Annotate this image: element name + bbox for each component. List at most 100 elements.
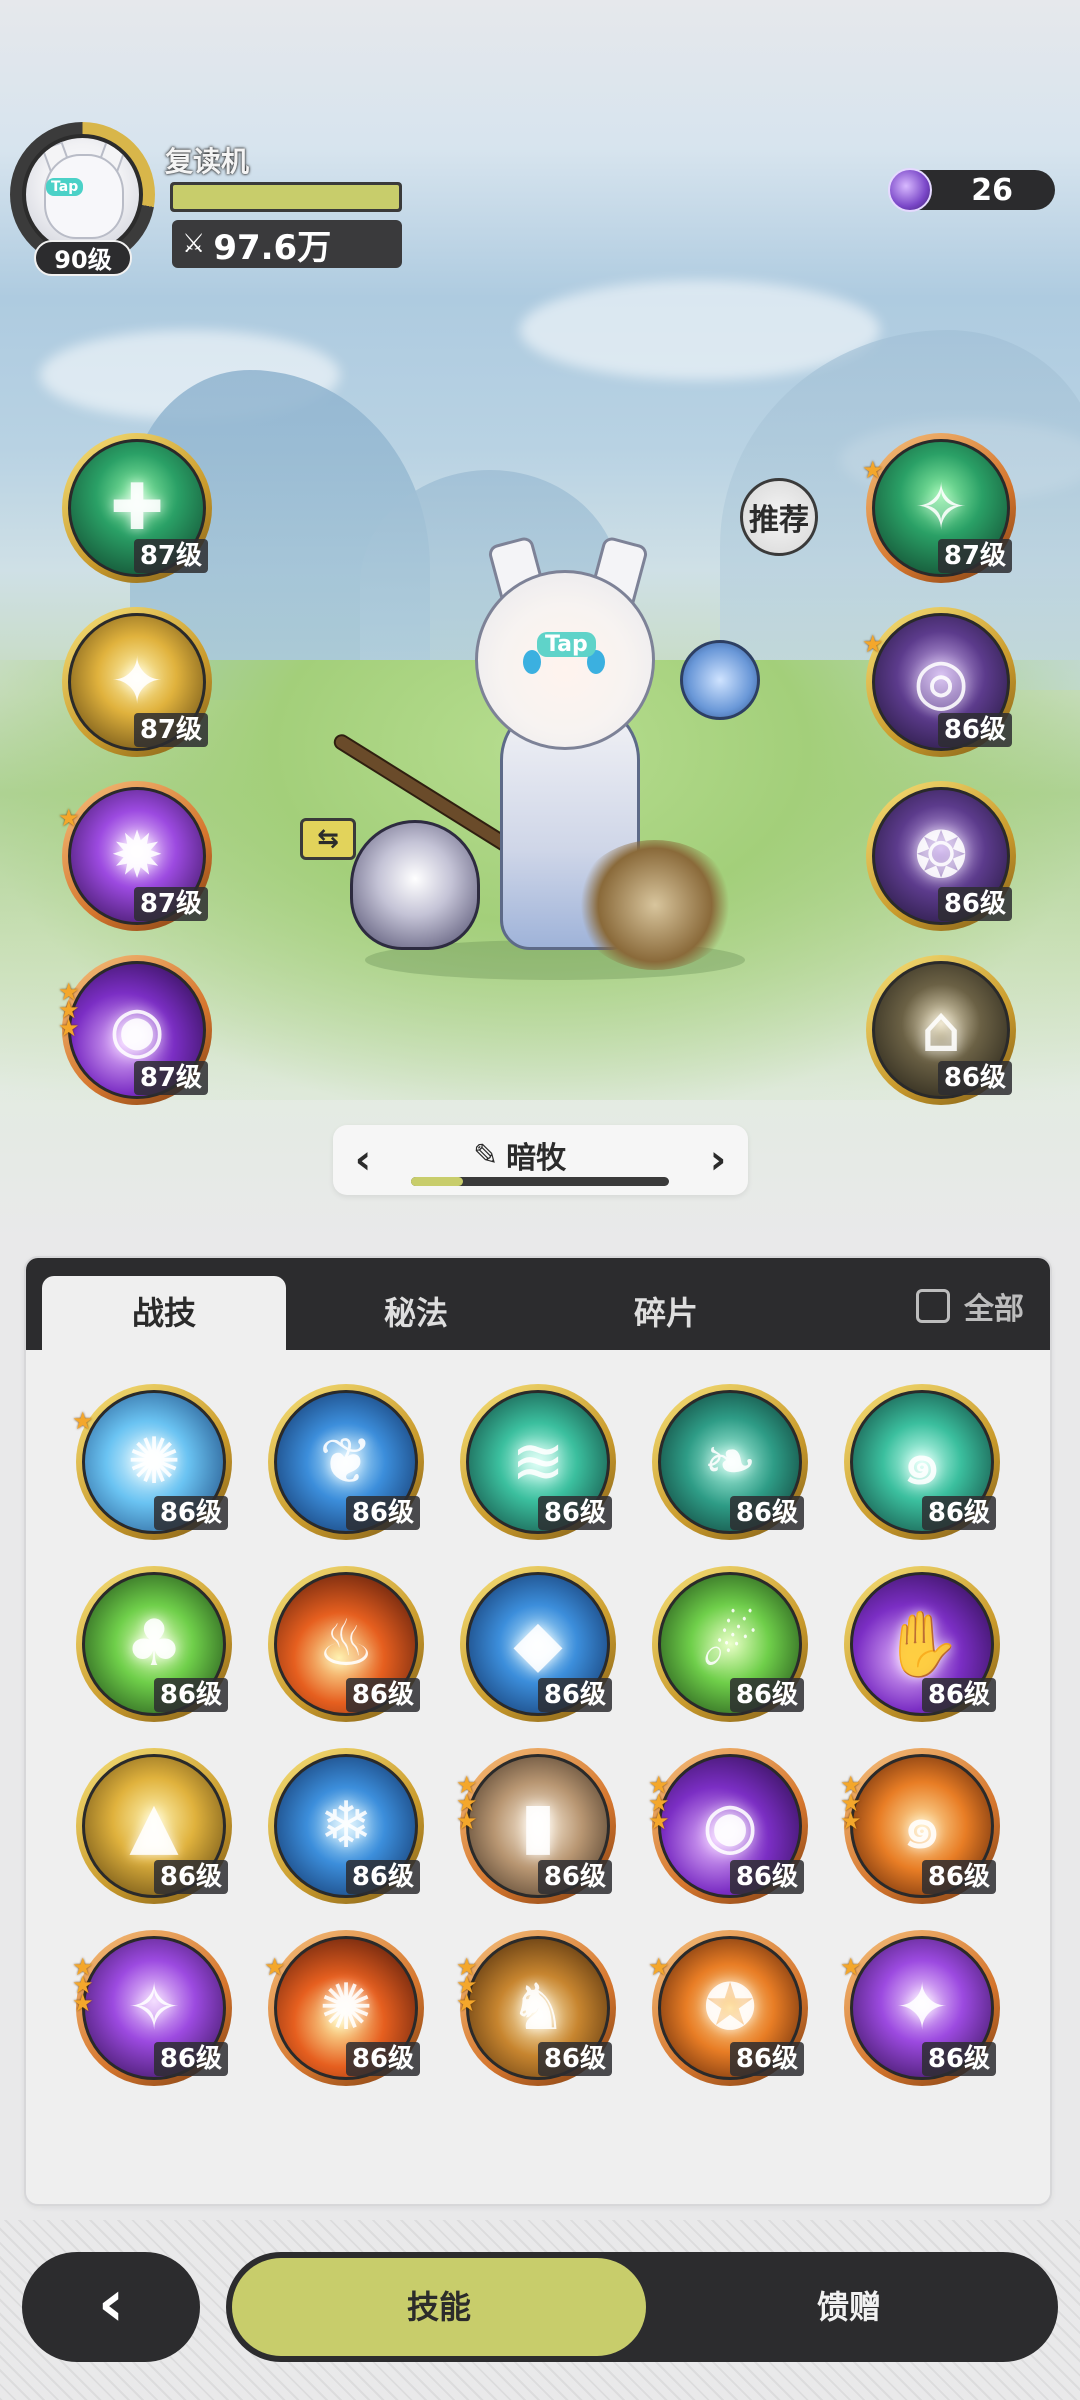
checkbox-icon [916,1289,950,1323]
skill-orb[interactable]: ♣ 86级 [76,1566,232,1722]
skill-stars: ★ [862,458,884,482]
skill-orb[interactable]: ๑ ★ ★ ★ 86级 [840,1748,1000,1904]
blue-flower-icon [680,640,760,720]
recommend-button[interactable]: 推荐 [740,478,818,556]
skill-level: 86级 [153,2042,228,2076]
skill-grid: ✺ ★ 86级 ❦ 86级 ≋ 86级 ❧ 86级๑ 86级 ♣ 86级 ♨ 86级 ◆ 86级 ☄ 86级 ✋ 86… [26,1350,1050,2204]
skill-orb[interactable]: ✋ 86级 [844,1566,1000,1722]
skill-level: 86级 [729,1678,804,1712]
skill-stars: ★ [862,630,884,658]
skill-orb[interactable]: ⌂ 86级 [866,955,1016,1105]
skill-orb[interactable]: ✪ ★ 86级 [648,1930,808,2086]
skill-stars: ★ ★ ★ [840,1773,862,1835]
skill-orb[interactable]: ๑ 86级 [844,1384,1000,1540]
class-name[interactable]: ✎ 暗牧 [473,1133,566,1177]
skill-orb[interactable]: ◎ ★ 86级 [862,607,1016,757]
currency-counter[interactable]: 26 [888,168,1055,212]
skill-level: 86级 [729,2042,804,2076]
character-tag: Tap [537,632,596,657]
star-icon: ★ [840,1807,862,1835]
skill-orb[interactable]: ✧ ★ ★ ★ 86级 [72,1930,232,2086]
skill-level: 87级 [133,713,208,747]
chevron-left-icon[interactable]: ‹ [343,1135,383,1185]
skill-orb[interactable]: ◉ ★ ★ ★ 86级 [648,1748,808,1904]
skill-level: 86级 [153,1678,228,1712]
skill-level: 86级 [937,713,1012,747]
tab-combat-skills[interactable]: 战技 [42,1276,286,1350]
skill-level: 87级 [937,539,1012,573]
skill-stars: ★ ★ ★ [648,1773,670,1835]
experience-bar-fill [173,185,399,209]
vine-creature [575,840,735,970]
tab-fragments[interactable]: 碎片 [544,1276,788,1350]
skill-level: 86级 [921,1860,996,1894]
combat-power-value: 97.6万 [213,227,332,268]
class-progress-bar [411,1177,669,1186]
skill-orb[interactable]: ✹ ★ 87级 [58,781,212,931]
skill-orb[interactable]: ◉ ★ ★ ★ 87级 [58,955,212,1105]
skill-orb[interactable]: ❄ 86级 [268,1748,424,1904]
skill-stars: ★ [840,1953,862,1981]
skill-stars: ★ ★ ★ [58,980,80,1040]
nav-skills-button[interactable]: 技能 [232,2258,646,2356]
show-all-toggle[interactable]: 全部 [916,1284,1024,1328]
skill-level: 86级 [345,2042,420,2076]
skill-orb[interactable]: ❧ 86级 [652,1384,808,1540]
skill-stars: ★ ★ ★ [456,1773,478,1835]
skill-stars: ★ [648,1953,670,1981]
skill-orb[interactable]: ✚ 87级 [62,433,212,583]
skill-orb[interactable]: ✧ ★ 87级 [862,433,1016,583]
character-eye [523,650,541,674]
player-avatar[interactable]: Tap [22,134,143,255]
skill-orb[interactable]: ✦ ★ 86级 [840,1930,1000,2086]
skill-orb[interactable]: ≋ 86级 [460,1384,616,1540]
star-icon: ★ [648,1953,670,1981]
skill-orb[interactable]: ✺ ★ 86级 [264,1930,424,2086]
skill-orb[interactable]: ▲ 86级 [76,1748,232,1904]
skill-panel: 战技 秘法 碎片 全部 ✺ ★ 86级 ❦ 86级 ≋ 86级 ❧ 86级๑ 86级 ♣ 86级 ♨ 86… [24,1256,1052,2206]
back-button[interactable]: ‹ [22,2252,200,2362]
skill-level: 86级 [345,1678,420,1712]
skill-level: 86级 [345,1860,420,1894]
star-icon: ★ [862,630,884,658]
skill-orb[interactable]: ✺ ★ 86级 [72,1384,232,1540]
skill-orb[interactable]: ♨ 86级 [268,1566,424,1722]
pet-companion[interactable] [350,820,480,950]
skill-level: 86级 [537,1496,612,1530]
star-icon: ★ [840,1953,862,1981]
skill-stars: ★ [58,804,80,832]
currency-value: 26 [971,173,1013,208]
skill-level: 86级 [729,1496,804,1530]
tab-arcana[interactable]: 秘法 [294,1276,538,1350]
skill-tabs: 战技 秘法 碎片 全部 [26,1258,1050,1350]
skill-orb[interactable]: ✦ 87级 [62,607,212,757]
chevron-left-icon: ‹ [97,2267,125,2341]
star-icon: ★ [72,1989,94,2017]
chevron-right-icon[interactable]: › [698,1135,738,1185]
star-icon: ★ [264,1953,286,1981]
avatar-portrait [44,154,124,239]
skill-level: 87级 [133,1061,208,1095]
skill-level: 86级 [537,1860,612,1894]
show-all-label: 全部 [964,1292,1024,1327]
hero-character[interactable]: Tap [325,535,760,980]
skill-level: 86级 [937,887,1012,921]
star-icon: ★ [58,804,80,832]
crossed-swords-icon: ⚔ [182,229,206,259]
swap-arrows-icon[interactable]: ⇆ [300,818,356,860]
skill-level: 86级 [937,1061,1012,1095]
player-name: 复读机 [165,145,250,178]
skill-level: 86级 [729,1860,804,1894]
nav-gift-button[interactable]: 馈赠 [646,2258,1052,2356]
skill-orb[interactable]: ❂ 86级 [866,781,1016,931]
skill-orb[interactable]: ❦ 86级 [268,1384,424,1540]
character-head [475,570,655,750]
skill-level: 86级 [921,1678,996,1712]
skill-orb[interactable]: ◆ 86级 [460,1566,616,1722]
star-icon: ★ [648,1807,670,1835]
star-icon: ★ [72,1407,94,1435]
skill-orb[interactable]: ▮ ★ ★ ★ 86级 [456,1748,616,1904]
skill-orb[interactable]: ♞ ★ ★ ★ 86级 [456,1930,616,2086]
star-icon: ★ [456,1807,478,1835]
skill-orb[interactable]: ☄ 86级 [652,1566,808,1722]
